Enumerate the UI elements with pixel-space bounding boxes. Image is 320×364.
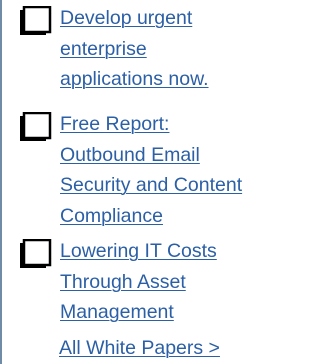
link-line[interactable]: Lowering IT Costs bbox=[60, 236, 284, 267]
link-line[interactable]: Through Asset bbox=[60, 267, 284, 298]
link-line[interactable]: Develop urgent bbox=[60, 3, 284, 34]
link-line[interactable]: Management bbox=[60, 297, 284, 328]
list-item: Free Report: Outbound Email Security and… bbox=[18, 112, 284, 231]
document-icon bbox=[18, 112, 56, 142]
document-icon bbox=[18, 239, 56, 269]
link-line[interactable]: enterprise bbox=[60, 34, 284, 65]
white-paper-link[interactable]: Lowering IT Costs Through Asset Manageme… bbox=[60, 236, 284, 328]
link-line[interactable]: Security and Content bbox=[60, 170, 284, 201]
link-line[interactable]: Compliance bbox=[60, 201, 284, 232]
link-line[interactable]: Free Report: bbox=[60, 109, 284, 140]
link-line[interactable]: applications now. bbox=[60, 64, 284, 95]
white-paper-link[interactable]: Free Report: Outbound Email Security and… bbox=[60, 109, 284, 231]
all-white-papers-link[interactable]: All White Papers > bbox=[59, 335, 220, 361]
white-papers-panel: Develop urgent enterprise applications n… bbox=[0, 0, 281, 364]
white-paper-link[interactable]: Develop urgent enterprise applications n… bbox=[60, 3, 284, 95]
list-item: Develop urgent enterprise applications n… bbox=[18, 6, 284, 95]
document-icon bbox=[18, 6, 56, 36]
link-line[interactable]: Outbound Email bbox=[60, 140, 284, 171]
list-item: Lowering IT Costs Through Asset Manageme… bbox=[18, 239, 284, 328]
